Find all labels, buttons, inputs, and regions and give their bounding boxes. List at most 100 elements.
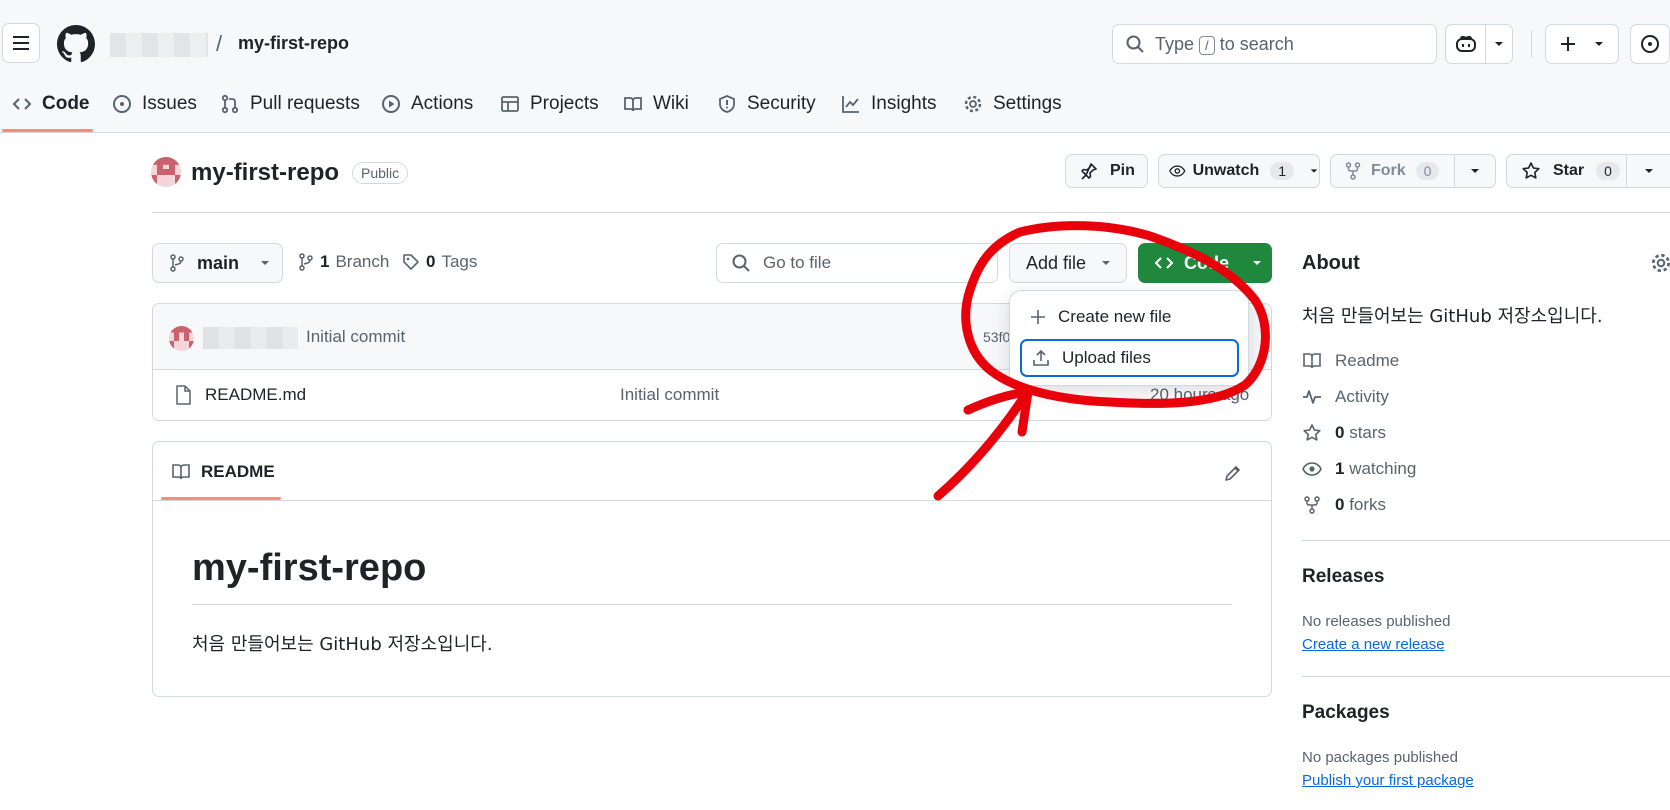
- branches-count: 1: [320, 252, 330, 271]
- readme-tab[interactable]: README: [171, 462, 275, 482]
- readme-box: README my-first-repo 처음 만들어보는 GitHub 저장소…: [152, 441, 1272, 697]
- tab-wiki[interactable]: Wiki: [623, 88, 689, 120]
- tab-code[interactable]: Code: [12, 88, 90, 120]
- global-header: / my-first-repo Type / to search Code Is…: [0, 0, 1670, 133]
- tab-label: Projects: [530, 93, 599, 114]
- file-age: 20 hours ago: [1150, 385, 1250, 404]
- menu-item-label: Upload files: [1062, 348, 1151, 367]
- star-group: Star 0: [1506, 154, 1670, 188]
- tab-pull-requests[interactable]: Pull requests: [220, 88, 360, 120]
- plus-icon: [1561, 37, 1575, 51]
- book-icon: [624, 97, 642, 112]
- watching-label: watching: [1349, 459, 1417, 478]
- issues-button[interactable]: [1630, 24, 1670, 64]
- shield-icon: [719, 95, 735, 113]
- search-input[interactable]: Type / to search: [1112, 24, 1437, 64]
- unwatch-button[interactable]: Unwatch 1: [1158, 154, 1320, 188]
- packages-empty: No packages published: [1302, 749, 1458, 766]
- packages-title[interactable]: Packages: [1302, 702, 1390, 724]
- tab-label: Settings: [993, 93, 1062, 114]
- commit-hash[interactable]: 53f0: [983, 329, 1010, 345]
- fork-button[interactable]: Fork 0: [1331, 155, 1455, 187]
- add-file-button[interactable]: Add file: [1009, 243, 1127, 283]
- fork-dropdown-button[interactable]: [1455, 155, 1495, 187]
- about-forks-link[interactable]: 0 forks: [1302, 495, 1386, 515]
- search-shortcut-key: /: [1199, 35, 1215, 55]
- star-dropdown-button[interactable]: [1627, 155, 1670, 187]
- branch-selector[interactable]: main: [152, 243, 283, 283]
- title-divider: [152, 212, 1670, 213]
- tab-actions[interactable]: Actions: [381, 88, 473, 120]
- play-icon: [382, 95, 400, 113]
- tab-security[interactable]: Security: [717, 88, 816, 120]
- gear-icon[interactable]: [1650, 252, 1670, 274]
- tab-settings[interactable]: Settings: [963, 88, 1062, 120]
- tags-link[interactable]: 0 Tags: [402, 252, 477, 272]
- tab-label: Code: [42, 93, 90, 114]
- file-commit-message[interactable]: Initial commit: [620, 385, 719, 405]
- tab-label: Issues: [142, 93, 197, 114]
- github-mark-icon: [57, 25, 95, 63]
- triangle-down-icon: [1644, 169, 1653, 173]
- about-description: 처음 만들어보는 GitHub 저장소입니다.: [1302, 306, 1603, 327]
- commit-message[interactable]: Initial commit: [306, 327, 405, 347]
- tab-projects[interactable]: Projects: [500, 88, 599, 120]
- tags-label: Tags: [441, 252, 478, 271]
- branches-link[interactable]: 1 Branch: [298, 252, 389, 272]
- star-count: 0: [1596, 162, 1620, 180]
- header-divider: [1531, 30, 1532, 58]
- stars-label: stars: [1349, 423, 1387, 442]
- identicon-icon: [169, 326, 194, 351]
- star-button[interactable]: Star 0: [1507, 155, 1627, 187]
- commit-author-blurred[interactable]: [203, 327, 298, 349]
- readme-heading: my-first-repo: [192, 547, 427, 589]
- fork-label: Fork: [1371, 162, 1406, 179]
- commit-author-avatar[interactable]: [169, 326, 194, 351]
- file-icon: [176, 385, 191, 405]
- about-activity-link[interactable]: Activity: [1302, 387, 1389, 407]
- pencil-icon[interactable]: [1223, 463, 1243, 483]
- menu-item-create-new-file[interactable]: Create new file: [1018, 299, 1240, 335]
- publish-package-link[interactable]: Publish your first package: [1302, 772, 1474, 789]
- about-title: About: [1302, 252, 1360, 274]
- about-stars-link[interactable]: 0 stars: [1302, 423, 1386, 443]
- menu-item-upload-files[interactable]: Upload files: [1020, 339, 1239, 377]
- create-new-button[interactable]: [1545, 24, 1619, 64]
- about-watching-link[interactable]: 1 watching: [1302, 459, 1416, 479]
- breadcrumb-repo[interactable]: my-first-repo: [238, 33, 349, 54]
- readme-header-divider: [153, 500, 1271, 501]
- releases-title[interactable]: Releases: [1302, 566, 1384, 588]
- tab-label: Pull requests: [250, 93, 360, 114]
- code-button[interactable]: Code: [1138, 243, 1272, 283]
- copilot-dropdown-button[interactable]: [1486, 25, 1512, 63]
- add-file-label: Add file: [1026, 252, 1087, 273]
- copilot-button[interactable]: [1446, 25, 1486, 63]
- triangle-down-icon: [1253, 261, 1261, 265]
- hamburger-icon: [13, 36, 29, 50]
- copilot-icon: [1455, 35, 1476, 52]
- forks-count: 0: [1335, 495, 1345, 514]
- repo-title[interactable]: my-first-repo: [191, 159, 339, 187]
- graph-icon: [842, 96, 859, 113]
- search-icon: [732, 254, 750, 272]
- create-release-link[interactable]: Create a new release: [1302, 636, 1445, 653]
- table-icon: [501, 96, 519, 112]
- menu-button[interactable]: [2, 23, 40, 63]
- tab-insights[interactable]: Insights: [841, 88, 936, 120]
- triangle-down-icon: [1310, 169, 1318, 173]
- file-name[interactable]: README.md: [205, 385, 306, 405]
- about-readme-link[interactable]: Readme: [1302, 351, 1399, 371]
- star-label: Star: [1553, 162, 1585, 179]
- watch-count: 1: [1270, 162, 1295, 180]
- tab-issues[interactable]: Issues: [112, 88, 197, 120]
- repo-avatar: [151, 157, 181, 187]
- tag-icon: [403, 254, 419, 270]
- goto-file-input[interactable]: Go to file: [716, 243, 998, 283]
- owner-name-blurred[interactable]: [110, 33, 208, 57]
- pin-label: Pin: [1110, 162, 1135, 179]
- pin-button[interactable]: Pin: [1065, 154, 1148, 188]
- git-branch-icon: [299, 253, 313, 271]
- copilot-group: [1445, 24, 1513, 64]
- star-icon: [1522, 162, 1540, 179]
- github-logo[interactable]: [57, 25, 95, 63]
